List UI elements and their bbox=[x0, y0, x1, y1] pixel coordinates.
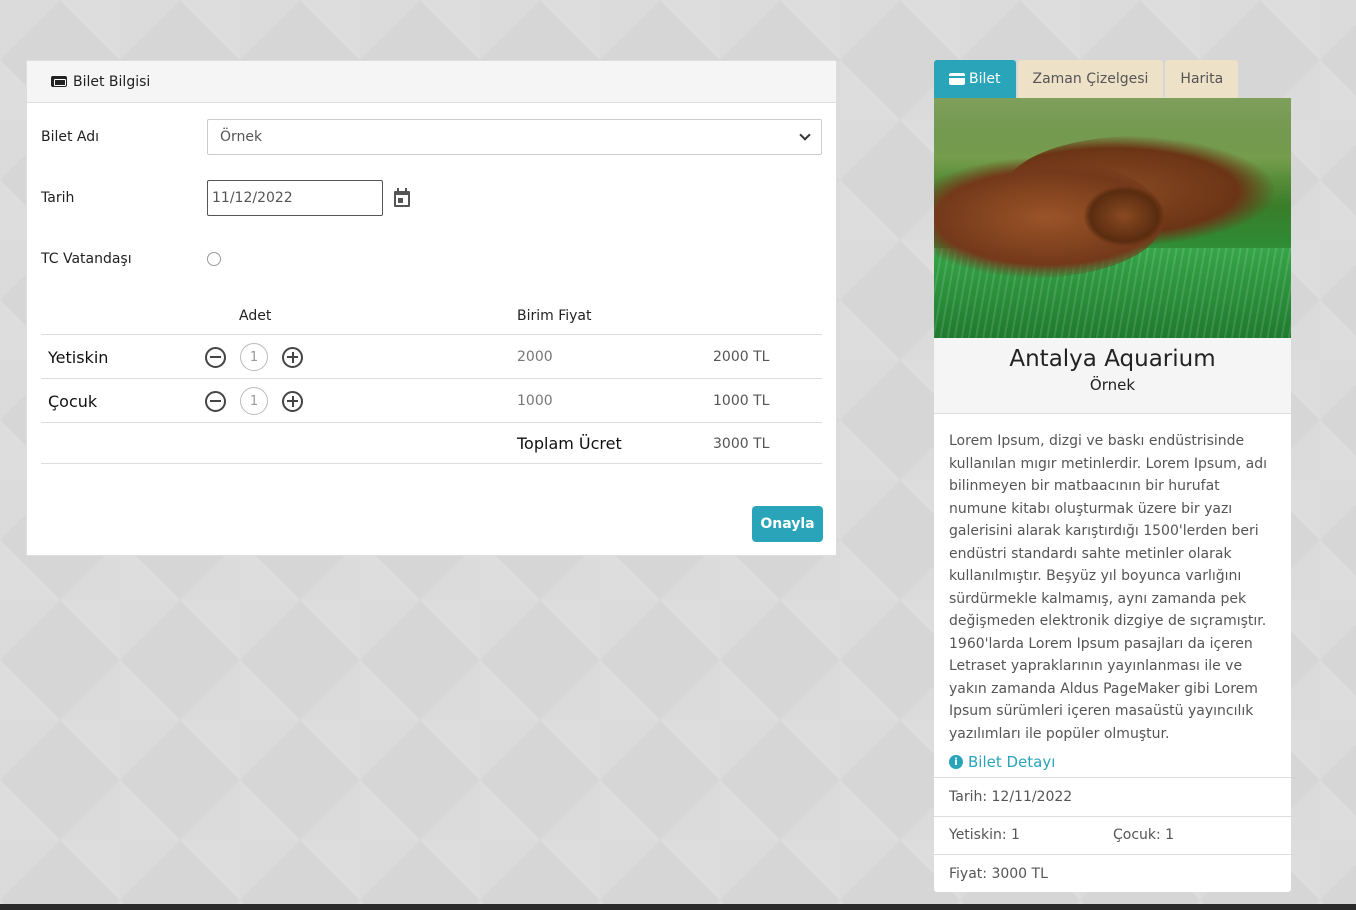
row-total: 1000 TL bbox=[713, 393, 770, 409]
table-row: Yetiskin 1 2000 2000 TL bbox=[41, 335, 822, 379]
row-label: Yetiskin bbox=[48, 347, 109, 367]
calendar-icon[interactable] bbox=[393, 188, 411, 208]
summary-child: Çocuk: 1 bbox=[1113, 827, 1175, 844]
row-label: Çocuk bbox=[48, 391, 98, 411]
minus-circle-icon[interactable] bbox=[205, 390, 226, 412]
summary-title-block: Antalya Aquarium Örnek bbox=[934, 338, 1291, 414]
tab-timeline[interactable]: Zaman Çizelgesi bbox=[1017, 60, 1164, 98]
citizen-radio[interactable] bbox=[207, 252, 221, 266]
summary-date: Tarih: 12/11/2022 bbox=[934, 777, 1291, 816]
confirm-button[interactable]: Onayla bbox=[752, 506, 823, 542]
ticket-name-select[interactable]: Örnek bbox=[207, 119, 822, 155]
citizen-label: TC Vatandaşı bbox=[41, 251, 132, 267]
summary-price-text: Fiyat: 3000 TL bbox=[949, 865, 1048, 882]
credit-card-icon bbox=[949, 73, 965, 85]
attraction-photo bbox=[934, 98, 1291, 338]
attraction-description: Lorem Ipsum, dizgi ve baskı endüstrisind… bbox=[949, 433, 1267, 742]
ticket-name-label: Bilet Adı bbox=[41, 129, 100, 145]
unit-price: 2000 bbox=[517, 349, 553, 365]
unit-price: 1000 bbox=[517, 393, 553, 409]
detail-link-label: Bilet Detayı bbox=[968, 753, 1056, 771]
total-label: Toplam Ücret bbox=[517, 434, 622, 453]
total-row: Toplam Ücret 3000 TL bbox=[41, 423, 822, 464]
date-input[interactable]: 11/12/2022 bbox=[207, 180, 383, 216]
summary-tabs: Bilet Zaman Çizelgesi Harita bbox=[934, 60, 1240, 98]
citizen-row: TC Vatandaşı bbox=[41, 251, 221, 267]
ticket-table: Adet Birim Fiyat Yetiskin 1 2000 2000 TL… bbox=[41, 303, 822, 464]
quantity-value[interactable]: 1 bbox=[240, 343, 268, 371]
tab-label: Zaman Çizelgesi bbox=[1032, 71, 1149, 87]
tab-map[interactable]: Harita bbox=[1165, 60, 1239, 98]
ticket-info-card: Bilet Bilgisi Bilet Adı Örnek Tarih 11/1… bbox=[26, 60, 837, 556]
ticket-name-row: Bilet Adı Örnek bbox=[41, 119, 822, 155]
quantity-stepper: 1 bbox=[205, 335, 303, 379]
plus-circle-icon[interactable] bbox=[282, 346, 303, 368]
minus-circle-icon[interactable] bbox=[205, 346, 226, 368]
info-icon: i bbox=[949, 755, 963, 769]
bottom-bar bbox=[0, 904, 1356, 910]
summary-date-text: Tarih: 12/11/2022 bbox=[949, 788, 1073, 805]
quantity-stepper: 1 bbox=[205, 379, 303, 423]
summary-price: Fiyat: 3000 TL bbox=[934, 854, 1291, 892]
attraction-title: Antalya Aquarium bbox=[1009, 346, 1216, 372]
plus-circle-icon[interactable] bbox=[282, 390, 303, 412]
summary-adult: Yetiskin: 1 bbox=[949, 827, 1020, 844]
table-header: Adet Birim Fiyat bbox=[41, 303, 822, 335]
chevron-down-icon bbox=[799, 129, 811, 141]
card-header: Bilet Bilgisi bbox=[27, 61, 836, 103]
ticket-icon bbox=[51, 76, 67, 87]
date-value: 11/12/2022 bbox=[212, 190, 293, 206]
summary-counts: Yetiskin: 1 Çocuk: 1 bbox=[934, 815, 1291, 855]
col-unit-price-header: Birim Fiyat bbox=[517, 308, 592, 324]
ticket-name-value: Örnek bbox=[220, 129, 263, 145]
total-value: 3000 TL bbox=[713, 435, 770, 452]
tab-label: Bilet bbox=[969, 71, 1001, 87]
summary-card: Antalya Aquarium Örnek Lorem Ipsum, dizg… bbox=[934, 98, 1291, 892]
table-row: Çocuk 1 1000 1000 TL bbox=[41, 379, 822, 423]
card-title: Bilet Bilgisi bbox=[73, 73, 151, 90]
date-label: Tarih bbox=[41, 190, 75, 206]
col-qty-header: Adet bbox=[239, 308, 272, 324]
summary-info-list: Tarih: 12/11/2022 Yetiskin: 1 Çocuk: 1 F… bbox=[934, 777, 1291, 892]
row-total: 2000 TL bbox=[713, 349, 770, 365]
ticket-detail-link[interactable]: i Bilet Detayı bbox=[934, 744, 1291, 780]
tab-ticket[interactable]: Bilet bbox=[934, 60, 1016, 98]
tab-label: Harita bbox=[1180, 71, 1224, 87]
quantity-value[interactable]: 1 bbox=[240, 387, 268, 415]
date-row: Tarih 11/12/2022 bbox=[41, 180, 411, 216]
attraction-subtitle: Örnek bbox=[1089, 376, 1136, 394]
